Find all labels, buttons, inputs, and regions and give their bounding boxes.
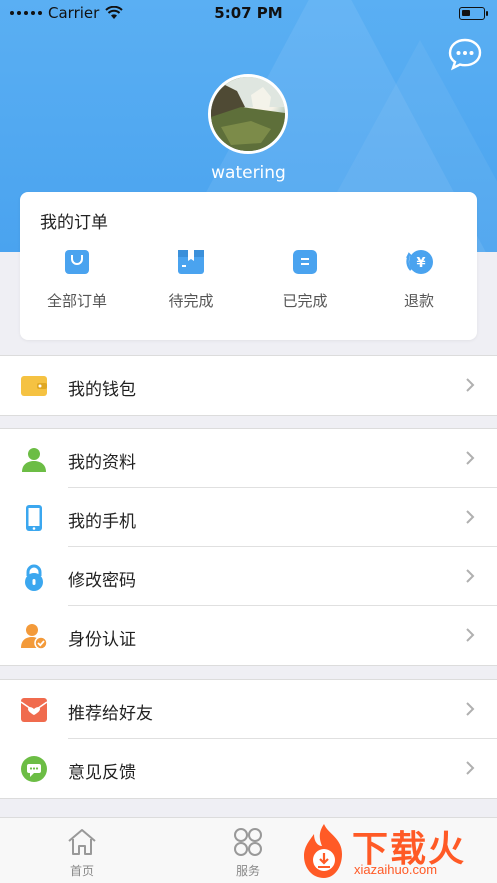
tab-home[interactable]: 首页 [22, 826, 142, 879]
wallet-section: 我的钱包 [0, 355, 497, 416]
flame-logo-icon [304, 824, 342, 878]
chevron-right-icon [466, 702, 475, 716]
phone-icon [26, 505, 42, 531]
lock-icon [25, 564, 43, 591]
chevron-right-icon [466, 628, 475, 642]
menu-label-password: 修改密码 [68, 571, 136, 591]
feedback-icon [21, 756, 47, 782]
tab-home-label: 首页 [69, 864, 94, 878]
message-icon[interactable] [447, 36, 483, 72]
order-all[interactable]: 全部订单 [20, 248, 134, 311]
order-pending-label: 待完成 [168, 292, 214, 310]
completed-icon [293, 250, 317, 274]
order-refund[interactable]: ¥ 退款 [362, 248, 476, 311]
menu-label-recommend: 推荐给好友 [68, 704, 153, 724]
orders-card: 我的订单 全部订单 待完成 已完成 ¥ 退款 [20, 192, 477, 340]
support-section: 推荐给好友 意见反馈 [0, 679, 497, 799]
order-pending[interactable]: 待完成 [134, 248, 248, 311]
chevron-right-icon [466, 569, 475, 583]
watermark-domain: xiazaihuo.com [354, 862, 438, 877]
order-all-label: 全部订单 [46, 292, 107, 310]
menu-item-password[interactable]: 修改密码 [0, 547, 497, 606]
order-completed[interactable]: 已完成 [248, 248, 362, 311]
menu-label-identity: 身份认证 [68, 630, 136, 650]
refund-yen-icon: ¥ [406, 250, 433, 274]
menu-label-profile: 我的资料 [68, 453, 136, 473]
menu-label-phone: 我的手机 [68, 512, 136, 532]
identity-verified-icon [21, 624, 48, 650]
chevron-right-icon [466, 378, 475, 392]
menu-item-profile[interactable]: 我的资料 [0, 429, 497, 488]
order-refund-label: 退款 [403, 292, 434, 310]
tab-services-label: 服务 [235, 864, 260, 878]
account-section: 我的资料 我的手机 修改密码 身份认证 [0, 428, 497, 666]
menu-item-feedback[interactable]: 意见反馈 [0, 739, 497, 798]
menu-item-recommend[interactable]: 推荐给好友 [0, 680, 497, 739]
person-icon [22, 448, 46, 472]
shopping-bag-icon [65, 250, 89, 274]
status-time: 5:07 PM [214, 4, 283, 22]
orders-title[interactable]: 我的订单 [40, 208, 108, 233]
battery-icon [459, 7, 488, 20]
status-bar: Carrier 5:07 PM [0, 0, 497, 28]
menu-label-feedback: 意见反馈 [68, 763, 136, 783]
avatar-image [211, 77, 285, 151]
menu-item-identity[interactable]: 身份认证 [0, 606, 497, 665]
chevron-right-icon [466, 451, 475, 465]
avatar[interactable] [208, 74, 288, 154]
menu-item-phone[interactable]: 我的手机 [0, 488, 497, 547]
home-icon [68, 829, 96, 855]
svg-text:¥: ¥ [416, 256, 425, 271]
pending-box-icon [178, 250, 204, 274]
tab-services[interactable]: 服务 [188, 826, 308, 879]
services-icon [234, 828, 262, 856]
chevron-right-icon [466, 510, 475, 524]
orders-items: 全部订单 待完成 已完成 ¥ 退款 [20, 248, 477, 311]
menu-label-wallet: 我的钱包 [68, 380, 136, 400]
menu-item-wallet[interactable]: 我的钱包 [0, 356, 497, 415]
username[interactable]: watering [0, 163, 497, 183]
order-completed-label: 已完成 [282, 292, 328, 310]
watermark-logo: 下载火 xiazaihuo.com [292, 818, 497, 883]
share-heart-icon [20, 698, 48, 722]
chevron-right-icon [466, 761, 475, 775]
wallet-icon [21, 376, 47, 396]
